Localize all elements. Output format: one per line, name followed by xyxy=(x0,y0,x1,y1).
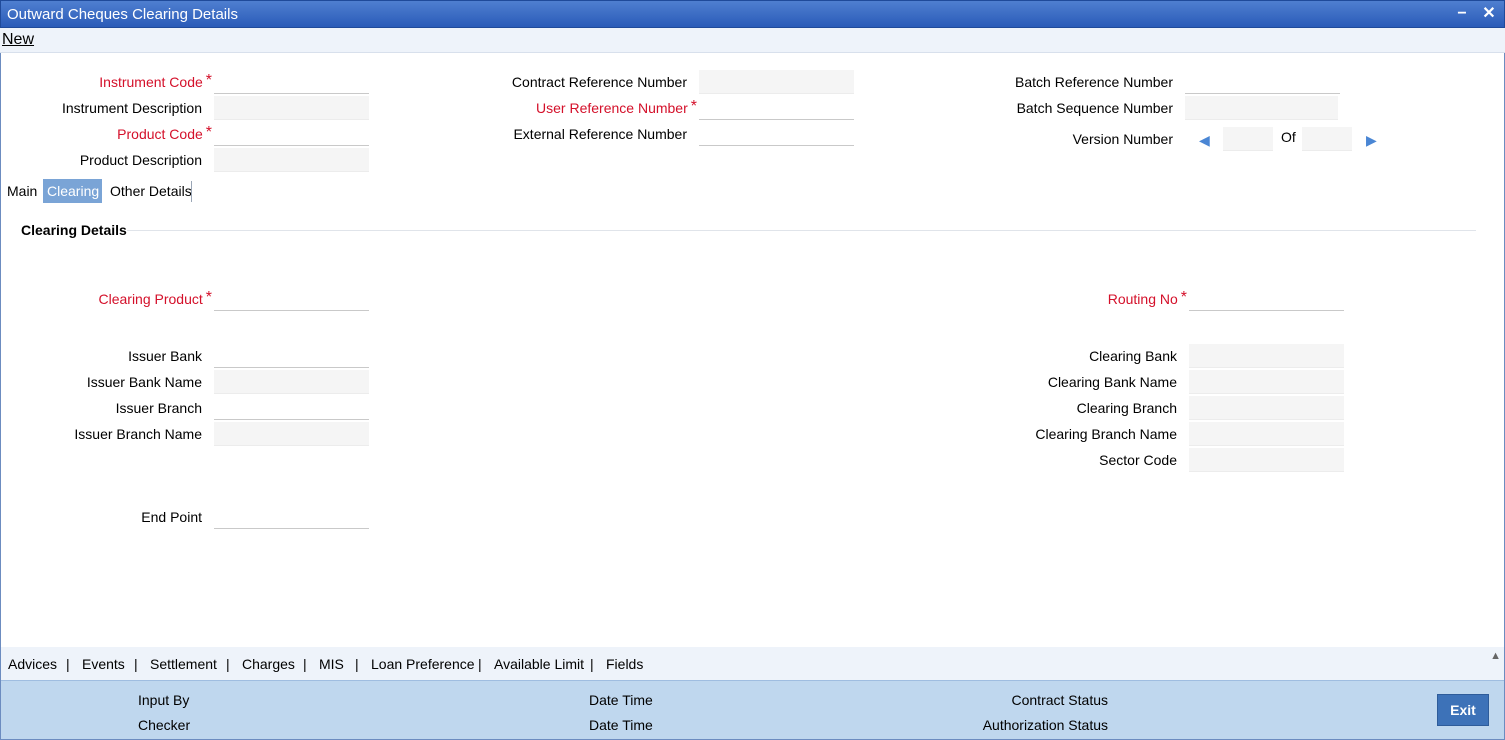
link-separator: | xyxy=(66,656,70,672)
next-arrow-icon[interactable]: ▶ xyxy=(1366,132,1377,149)
link-separator: | xyxy=(355,656,359,672)
clearing-branch-field[interactable] xyxy=(1189,396,1344,420)
section-title: Clearing Details xyxy=(21,222,127,238)
tab-divider xyxy=(191,181,192,202)
version-total-field[interactable] xyxy=(1302,127,1352,151)
sector-code-field[interactable] xyxy=(1189,448,1344,472)
clearing-branch-label: Clearing Branch xyxy=(1076,400,1177,416)
exit-button[interactable]: Exit xyxy=(1437,694,1489,726)
product-description-field[interactable] xyxy=(214,148,369,172)
tab-other-details[interactable]: Other Details xyxy=(106,179,196,203)
prev-arrow-icon[interactable]: ◀ xyxy=(1199,132,1210,149)
clearing-product-field[interactable] xyxy=(214,287,369,311)
version-of-label: Of xyxy=(1281,129,1296,145)
settlement-link[interactable]: Settlement xyxy=(150,656,217,672)
checker-label: Checker xyxy=(138,717,191,733)
clearing-bank-name-label: Clearing Bank Name xyxy=(1047,374,1177,390)
batch-reference-number-label: Batch Reference Number xyxy=(1015,74,1173,90)
contract-reference-number-label: Contract Reference Number xyxy=(511,74,687,90)
audit-footer: Input By Checker Date Time Date Time Con… xyxy=(1,680,1504,739)
clearing-branch-name-field[interactable] xyxy=(1189,422,1344,446)
clearing-bank-name-field[interactable] xyxy=(1189,370,1344,394)
contract-reference-number-field[interactable] xyxy=(699,70,854,94)
subscreen-link-bar: Advices | Events | Settlement | Charges … xyxy=(1,647,1504,680)
input-by-label: Input By xyxy=(138,692,190,708)
new-link[interactable]: New xyxy=(2,31,34,49)
events-link[interactable]: Events xyxy=(82,656,125,672)
link-separator: | xyxy=(226,656,230,672)
close-icon[interactable]: ✕ xyxy=(1478,4,1500,24)
window-title: Outward Cheques Clearing Details xyxy=(7,6,238,23)
issuer-bank-label: Issuer Bank xyxy=(128,348,202,364)
instrument-code-field[interactable] xyxy=(214,70,369,94)
sector-code-label: Sector Code xyxy=(1099,452,1177,468)
clearing-product-label: Clearing Product * xyxy=(98,289,212,307)
instrument-code-label: Instrument Code * xyxy=(99,72,212,90)
issuer-bank-name-field[interactable] xyxy=(214,370,369,394)
issuer-bank-field[interactable] xyxy=(214,344,369,368)
charges-link[interactable]: Charges xyxy=(242,656,295,672)
tab-clearing[interactable]: Clearing xyxy=(43,179,102,203)
clearing-bank-field[interactable] xyxy=(1189,344,1344,368)
available-limit-link[interactable]: Available Limit xyxy=(494,656,584,672)
loan-preference-link[interactable]: Loan Preference xyxy=(371,656,475,672)
user-reference-number-field[interactable] xyxy=(699,96,854,120)
contract-status-label: Contract Status xyxy=(1011,692,1109,708)
advices-link[interactable]: Advices xyxy=(8,656,57,672)
issuer-branch-field[interactable] xyxy=(214,396,369,420)
link-separator: | xyxy=(134,656,138,672)
minimize-icon[interactable]: − xyxy=(1451,4,1473,24)
external-reference-number-field[interactable] xyxy=(699,122,854,146)
end-point-label: End Point xyxy=(141,509,202,525)
product-code-label: Product Code * xyxy=(117,124,212,142)
menu-bar: New xyxy=(0,28,1505,53)
date-time-label: Date Time xyxy=(589,717,653,733)
batch-sequence-number-label: Batch Sequence Number xyxy=(1016,100,1173,116)
issuer-branch-label: Issuer Branch xyxy=(115,400,202,416)
fields-link[interactable]: Fields xyxy=(606,656,643,672)
batch-reference-number-field[interactable] xyxy=(1185,70,1340,94)
link-separator: | xyxy=(478,656,482,672)
link-separator: | xyxy=(590,656,594,672)
batch-sequence-number-field[interactable] xyxy=(1185,96,1338,120)
external-reference-number-label: External Reference Number xyxy=(513,126,687,142)
instrument-description-label: Instrument Description xyxy=(61,100,202,116)
clearing-bank-label: Clearing Bank xyxy=(1089,348,1177,364)
product-description-label: Product Description xyxy=(79,152,202,168)
section-divider xyxy=(127,230,1476,231)
date-time-label: Date Time xyxy=(589,692,653,708)
routing-no-label: Routing No * xyxy=(1107,289,1187,307)
issuer-branch-name-field[interactable] xyxy=(214,422,369,446)
clearing-branch-name-label: Clearing Branch Name xyxy=(1035,426,1177,442)
product-code-field[interactable] xyxy=(214,122,369,146)
routing-no-field[interactable] xyxy=(1189,287,1344,311)
version-number-label: Version Number xyxy=(1072,131,1173,147)
user-reference-number-label: User Reference Number * xyxy=(536,98,697,116)
window-titlebar: Outward Cheques Clearing Details − ✕ xyxy=(0,0,1505,28)
version-current-field[interactable] xyxy=(1223,127,1273,151)
issuer-bank-name-label: Issuer Bank Name xyxy=(86,374,202,390)
mis-link[interactable]: MIS xyxy=(319,656,344,672)
end-point-field[interactable] xyxy=(214,505,369,529)
authorization-status-label: Authorization Status xyxy=(982,717,1108,733)
issuer-branch-name-label: Issuer Branch Name xyxy=(74,426,202,442)
tab-main[interactable]: Main xyxy=(3,179,41,203)
scroll-up-icon[interactable]: ▲ xyxy=(1490,650,1501,662)
link-separator: | xyxy=(303,656,307,672)
instrument-description-field[interactable] xyxy=(214,96,369,120)
